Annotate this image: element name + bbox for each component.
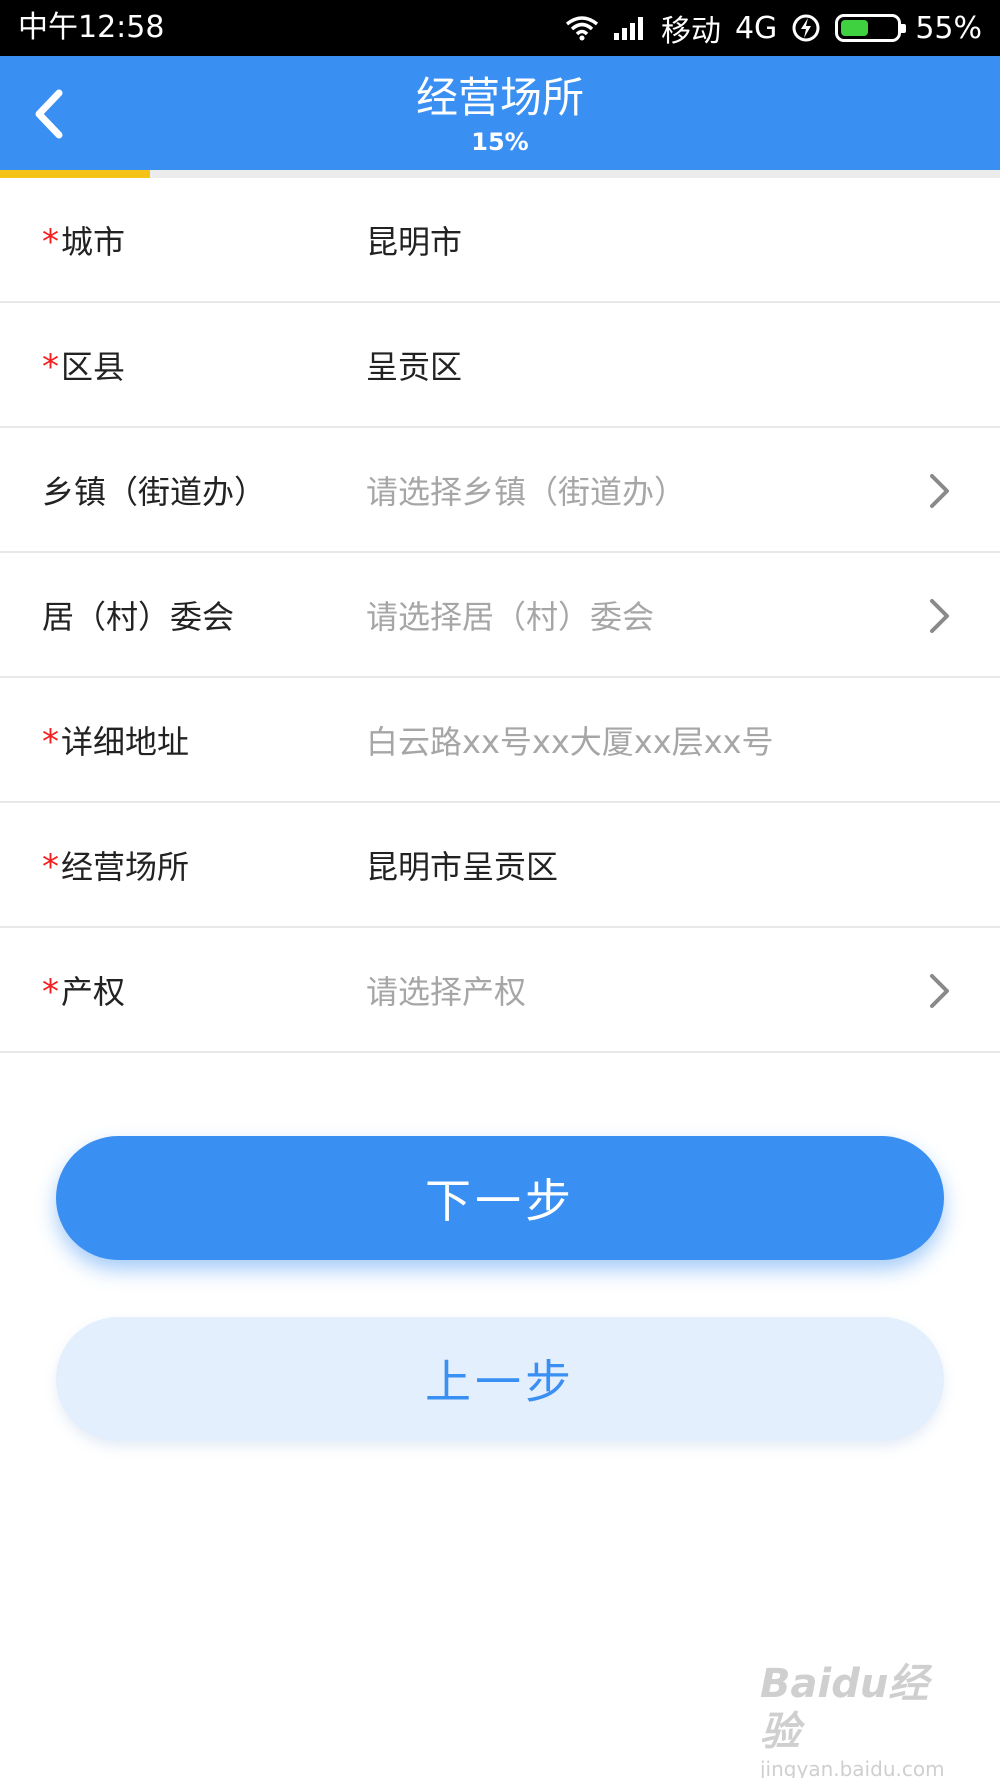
required-marker: *	[42, 971, 59, 1012]
chevron-right-icon	[930, 974, 949, 1008]
progress-fill	[0, 170, 150, 178]
form-row-city[interactable]: *城市 昆明市	[0, 178, 1000, 303]
form-value-detailed-address[interactable]: 白云路xx号xx大厦xx层xx号	[366, 717, 774, 763]
progress-bar	[0, 170, 1000, 178]
signal-icon	[613, 15, 647, 41]
form-value-business-premises[interactable]: 昆明市呈贡区	[366, 842, 558, 888]
battery-level	[841, 20, 869, 36]
page-title: 经营场所	[415, 73, 584, 122]
status-icons: 移动 4G 55%	[565, 8, 982, 49]
form-value-property-right[interactable]: 请选择产权	[366, 967, 526, 1013]
form-row-detailed-address[interactable]: *详细地址 白云路xx号xx大厦xx层xx号	[0, 678, 1000, 803]
carrier-label: 移动	[660, 14, 721, 49]
form-value-city[interactable]: 昆明市	[366, 217, 462, 263]
required-marker: *	[42, 221, 59, 262]
next-step-button[interactable]: 下一步	[56, 1136, 944, 1260]
form-row-village-committee[interactable]: 居（村）委会 请选择居（村）委会	[0, 553, 1000, 678]
form-label-text: 城市	[61, 222, 126, 261]
form-row-property-right[interactable]: *产权 请选择产权	[0, 928, 1000, 1053]
battery-icon	[835, 14, 907, 42]
form-label-text: 区县	[61, 347, 126, 386]
form-label-detailed-address: *详细地址	[42, 717, 189, 763]
wifi-icon	[565, 15, 599, 41]
form-label-text: 产权	[61, 972, 126, 1011]
form-value-village-committee[interactable]: 请选择居（村）委会	[366, 592, 654, 638]
form-label-district: *区县	[42, 342, 125, 388]
form-row-township[interactable]: 乡镇（街道办） 请选择乡镇（街道办）	[0, 428, 1000, 553]
form-label-village-committee: 居（村）委会	[42, 592, 234, 638]
form-value-district[interactable]: 呈贡区	[366, 342, 462, 388]
form-label-text: 居（村）委会	[42, 597, 235, 636]
charging-icon	[791, 13, 821, 43]
network-label: 4G	[734, 10, 778, 46]
battery-percent: 55%	[915, 10, 982, 46]
form-label-township: 乡镇（街道办）	[42, 467, 266, 513]
form-label-text: 详细地址	[61, 722, 190, 761]
form-label-text: 经营场所	[61, 847, 190, 886]
chevron-right-icon	[930, 599, 949, 633]
address-form: *城市 昆明市 *区县 呈贡区 乡镇（街道办） 请选择乡镇（街道办） 居（村）委会 请选择居（…	[0, 178, 1000, 1053]
baidu-jingyan-watermark: Baidu经验 jingyan.baidu.com	[760, 1660, 960, 1778]
form-label-city: *城市	[42, 217, 125, 263]
form-row-district[interactable]: *区县 呈贡区	[0, 303, 1000, 428]
chevron-right-icon	[930, 474, 949, 508]
status-time: 中午12:58	[18, 10, 165, 45]
app-header: 经营场所 15%	[0, 56, 1000, 170]
form-value-township[interactable]: 请选择乡镇（街道办）	[366, 467, 686, 513]
form-label-text: 乡镇（街道办）	[42, 472, 267, 511]
required-marker: *	[42, 346, 59, 387]
required-marker: *	[42, 846, 59, 887]
form-row-business-premises[interactable]: *经营场所 昆明市呈贡区	[0, 803, 1000, 928]
previous-step-button[interactable]: 上一步	[56, 1317, 944, 1441]
form-label-property-right: *产权	[42, 967, 125, 1013]
required-marker: *	[42, 721, 59, 762]
watermark-url: jingyan.baidu.com	[760, 1757, 945, 1778]
watermark-logo: Baidu经验	[760, 1661, 929, 1755]
status-bar: 中午12:58 移动 4G 55%	[0, 0, 1000, 56]
progress-percent: 15%	[471, 128, 529, 156]
form-label-business-premises: *经营场所	[42, 842, 189, 888]
